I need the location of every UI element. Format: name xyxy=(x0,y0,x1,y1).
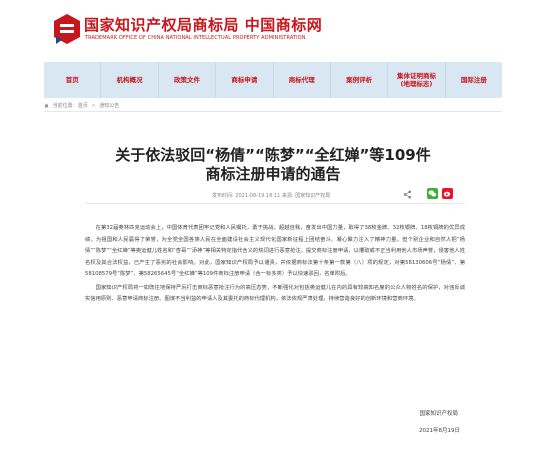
nav-item-collective-marks[interactable]: 集体证明商标 (地理标志) xyxy=(388,62,446,98)
meta-divider xyxy=(85,203,465,204)
site-title[interactable]: 国家知识产权局商标局 中国商标网 xyxy=(84,14,322,35)
breadcrumb-prefix: 当前位置: xyxy=(52,103,75,109)
breadcrumb: 当前位置: 首页 > 通知公告 xyxy=(44,102,121,109)
nav-item-policy[interactable]: 政策文件 xyxy=(159,62,217,98)
weibo-icon[interactable] xyxy=(442,188,453,199)
home-icon xyxy=(44,103,49,108)
nav-item-home[interactable]: 首页 xyxy=(44,62,102,98)
share-icon[interactable] xyxy=(403,190,412,199)
article-title-line1: 关于依法驳回“杨倩”“陈梦”“全红婵”等109件 xyxy=(115,146,431,164)
breadcrumb-current[interactable]: 通知公告 xyxy=(99,103,119,109)
main-nav: 首页 机构概况 政策文件 商标申请 商标代理 案例评析 集体证明商标 (地理标志… xyxy=(44,62,502,98)
site-header: 国家知识产权局商标局 中国商标网 TRADEMARK OFFICE OF CHI… xyxy=(0,0,548,62)
article-title: 关于依法驳回“杨倩”“陈梦”“全红婵”等109件 商标注册申请的通告 xyxy=(44,146,502,184)
nav-item-agency[interactable]: 商标代理 xyxy=(274,62,331,98)
breadcrumb-home[interactable]: 首页 xyxy=(78,103,88,109)
article-body: 在第32届奥林匹克运动会上，中国体育代表团牢记党和人民嘱托，勇于挑战，超越自我，… xyxy=(85,223,465,308)
article-date: 2021年8月19日 xyxy=(419,428,460,434)
article-signature: 国家知识产权局 xyxy=(419,411,458,417)
breadcrumb-separator: > xyxy=(91,103,96,109)
article-meta: 发布时间: 2021-08-19 18:11 来源: 国家知识产权局 xyxy=(212,193,331,199)
nav-item-application[interactable]: 商标申请 xyxy=(216,62,274,98)
nav-item-about[interactable]: 机构概况 xyxy=(101,62,159,98)
cnipa-emblem-icon[interactable] xyxy=(52,12,82,46)
wechat-icon[interactable] xyxy=(427,188,438,199)
article-paragraph: 在第32届奥林匹克运动会上，中国体育代表团牢记党和人民嘱托，勇于挑战，超越自我，… xyxy=(85,225,465,277)
nav-item-cases[interactable]: 案例评析 xyxy=(331,62,389,98)
article-paragraph: 国家知识产权局将一如既往地保持严厉打击商标恶意抢注行为的高压态势，不断强化对包括… xyxy=(85,284,465,303)
site-subtitle: TRADEMARK OFFICE OF CHINA NATIONAL INTEL… xyxy=(85,35,306,41)
article-title-line2: 商标注册申请的通告 xyxy=(205,165,341,183)
nav-item-international[interactable]: 国际注册 xyxy=(446,62,502,98)
